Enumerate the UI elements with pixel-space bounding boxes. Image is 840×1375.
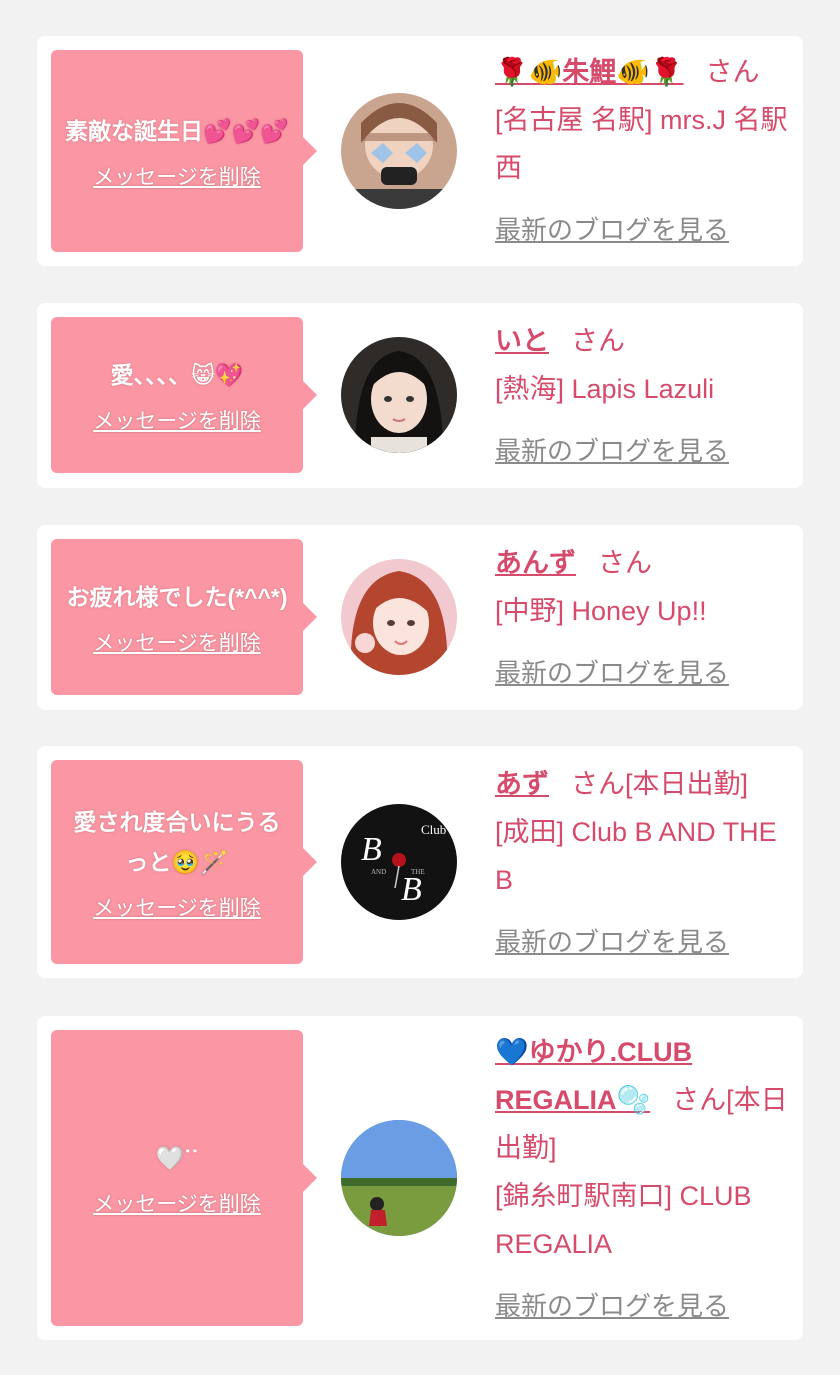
avatar[interactable] [341,337,457,453]
shop-label: [成田] Club B AND THE B [495,817,777,895]
avatar[interactable] [341,559,457,675]
message-text: 素敵な誕生日💕💕💕 [65,118,289,144]
message-card: 愛、、、、😸💖 メッセージを削除 いと さん [熱海] Lapis Lazuli … [37,303,803,488]
delete-message-link[interactable]: メッセージを削除 [93,1188,261,1218]
cast-info: あんず さん [中野] Honey Up!! 最新のブログを見る [495,539,791,697]
message-text: 愛され度合いにうるっと🥹🪄 [73,809,281,875]
latest-blog-link[interactable]: 最新のブログを見る [495,927,729,957]
message-text: 🤍ᐝᐝ [155,1145,199,1171]
cast-name-link[interactable]: あんず [495,548,576,578]
message-bubble: お疲れ様でした(*^^*) メッセージを削除 [51,539,317,695]
san-label: さん [571,326,625,356]
message-card: 素敵な誕生日💕💕💕 メッセージを削除 🌹🐠朱鯉🐠🌹 さん [名古屋 名駅] mrs… [37,36,803,266]
san-label: さん [571,769,625,799]
shop-label: [中野] Honey Up!! [495,596,707,626]
delete-message-link[interactable]: メッセージを削除 [93,627,261,657]
latest-blog-link[interactable]: 最新のブログを見る [495,658,729,688]
cast-name-link[interactable]: 🌹🐠朱鯉🐠🌹 [495,57,683,87]
avatar[interactable] [341,93,457,209]
message-text: 愛、、、、😸💖 [110,362,244,388]
avatar-photo-icon [341,93,457,209]
club-logo-text: Club [421,822,446,837]
san-label: さん [672,1085,727,1115]
latest-blog-link[interactable]: 最新のブログを見る [495,215,729,245]
message-card: 愛され度合いにうるっと🥹🪄 メッセージを削除 Club B B AND THE … [37,746,803,978]
cast-info: あず さん[本日出勤] [成田] Club B AND THE B 最新のブログを… [495,760,791,966]
cast-name-link[interactable]: いと [495,326,549,356]
latest-blog-link[interactable]: 最新のブログを見る [495,1291,729,1321]
avatar[interactable]: Club B B AND THE [341,804,457,920]
cast-info: 🌹🐠朱鯉🐠🌹 さん [名古屋 名駅] mrs.J 名駅西 最新のブログを見る [495,48,791,254]
message-card: お疲れ様でした(*^^*) メッセージを削除 あんず さん [中野] Honey … [37,525,803,710]
shop-label: [名古屋 名駅] mrs.J 名駅西 [495,105,788,183]
club-logo-b2: B [401,871,422,908]
shop-label: [錦糸町駅南口] CLUB REGALIA [495,1181,752,1259]
status-label: [本日出勤] [625,769,749,799]
club-logo-b1: B [361,831,382,868]
message-bubble: 愛され度合いにうるっと🥹🪄 メッセージを削除 [51,760,317,964]
club-logo-icon: Club B B AND THE [341,804,457,920]
message-text: お疲れ様でした(*^^*) [66,584,288,610]
avatar-photo-icon [341,559,457,675]
delete-message-link[interactable]: メッセージを削除 [93,892,261,922]
avatar[interactable] [341,1120,457,1236]
cast-info: 💙ゆかり.CLUB REGALIA🫧 さん[本日出勤] [錦糸町駅南口] CLUB… [495,1028,791,1330]
message-card: 🤍ᐝᐝ メッセージを削除 💙ゆかり.CLUB REGALIA🫧 さん[本日出勤] … [37,1016,803,1340]
shop-label: [熱海] Lapis Lazuli [495,374,715,404]
message-bubble: 🤍ᐝᐝ メッセージを削除 [51,1030,317,1326]
avatar-photo-icon [341,1120,457,1236]
cast-name-link[interactable]: あず [495,769,549,799]
delete-message-link[interactable]: メッセージを削除 [93,405,261,435]
club-logo-and: AND [371,868,386,876]
club-logo-the: THE [411,868,425,876]
message-bubble: 愛、、、、😸💖 メッセージを削除 [51,317,317,473]
cast-name-link[interactable]: 💙ゆかり.CLUB REGALIA🫧 [495,1037,692,1115]
message-bubble: 素敵な誕生日💕💕💕 メッセージを削除 [51,50,317,252]
avatar-photo-icon [341,337,457,453]
delete-message-link[interactable]: メッセージを削除 [93,161,261,191]
san-label: さん [705,57,760,87]
latest-blog-link[interactable]: 最新のブログを見る [495,436,729,466]
cast-info: いと さん [熱海] Lapis Lazuli 最新のブログを見る [495,317,791,475]
san-label: さん [598,548,652,578]
